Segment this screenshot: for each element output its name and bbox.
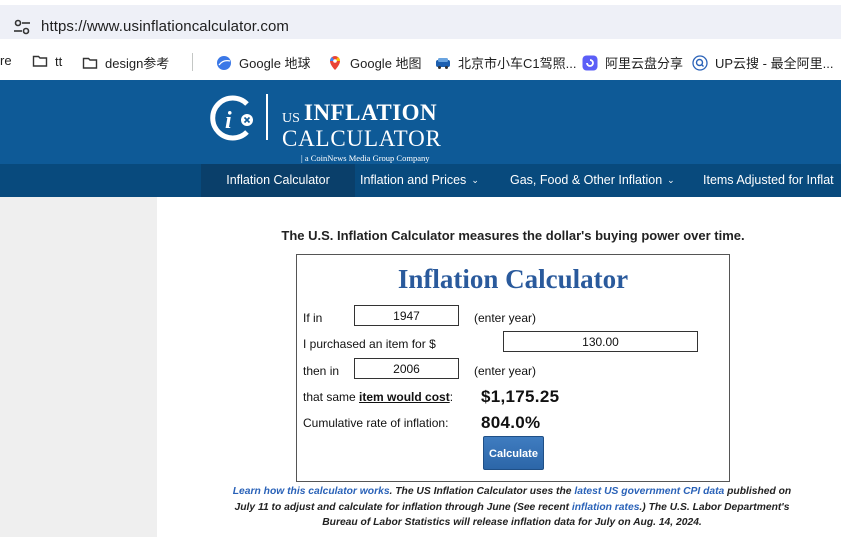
svg-text:i: i <box>225 108 232 134</box>
nav-label: Inflation Calculator <box>226 173 330 187</box>
enter-year-hint: (enter year) <box>474 311 537 325</box>
logo-inflation: INFLATION <box>304 100 438 125</box>
bookmark-google-maps[interactable]: Google 地图 <box>327 53 422 72</box>
bookmark-aliyun-share[interactable]: 阿里云盘分享 <box>582 53 683 72</box>
main-nav: Inflation Calculator Inflation and Price… <box>0 164 841 197</box>
inflation-calculator-form: Inflation Calculator If in 1947 (enter y… <box>296 254 730 482</box>
start-year-input[interactable]: 1947 <box>354 305 459 326</box>
folder-icon <box>82 57 98 69</box>
amount-input[interactable]: 130.00 <box>503 331 698 352</box>
rate-label: Cumulative rate of inflation: <box>303 416 449 430</box>
chevron-down-icon: ⌄ <box>471 175 479 185</box>
bookmark-label: design参考 <box>105 56 170 71</box>
calculate-button[interactable]: Calculate <box>483 436 544 470</box>
url-text[interactable]: https://www.usinflationcalculator.com <box>41 18 289 35</box>
folder-icon <box>32 55 48 67</box>
enter-year-hint: (enter year) <box>474 364 537 378</box>
bookmark-folder-design[interactable]: design参考 <box>82 53 169 72</box>
cost-suffix: : <box>449 390 454 404</box>
nav-label: Inflation and Prices <box>360 173 467 187</box>
logo-divider <box>266 94 268 140</box>
bookmark-folder-tt[interactable]: tt <box>32 53 62 69</box>
bookmark-label: 北京市小车C1驾照... <box>458 56 577 71</box>
logo-tagline: | a CoinNews Media Group Company <box>301 153 430 163</box>
chevron-down-icon: ⌄ <box>667 175 675 185</box>
bookmark-label: tt <box>55 53 63 69</box>
bookmark-separator <box>192 53 193 71</box>
bookmark-label: UP云搜 - 最全阿里... <box>715 56 834 71</box>
bookmark-item[interactable]: re <box>0 53 12 68</box>
nav-inflation-and-prices[interactable]: Inflation and Prices ⌄ <box>360 164 479 197</box>
bookmark-google-earth[interactable]: Google 地球 <box>216 53 311 72</box>
item-would-cost-link[interactable]: item would cost <box>359 390 450 404</box>
nav-items-adjusted[interactable]: Items Adjusted for Inflat <box>703 164 834 197</box>
bookmark-beijing-license[interactable]: 北京市小车C1驾照... <box>435 53 576 72</box>
footnote-text: . The US Inflation Calculator uses the <box>389 486 575 497</box>
site-settings-icon[interactable] <box>13 19 31 35</box>
address-bar[interactable]: https://www.usinflationcalculator.com <box>0 5 841 39</box>
google-maps-icon <box>330 55 340 70</box>
bookmark-label: Google 地球 <box>239 56 311 71</box>
car-icon <box>436 57 450 69</box>
nav-gas-food-other[interactable]: Gas, Food & Other Inflation ⌄ <box>510 164 675 197</box>
bookmark-label: re <box>0 53 12 68</box>
aliyun-drive-icon <box>582 55 598 70</box>
inflation-rates-link[interactable]: inflation rates <box>572 502 640 513</box>
end-year-input[interactable]: 2006 <box>354 358 459 379</box>
purchased-label: I purchased an item for $ <box>303 337 436 351</box>
cost-prefix: that same <box>303 390 360 404</box>
nav-inflation-calculator[interactable]: Inflation Calculator <box>201 164 355 197</box>
site-header: i US INFLATION CALCULATOR | a CoinNews M… <box>0 80 841 164</box>
bookmark-up-search[interactable]: UP云搜 - 最全阿里... <box>692 53 833 72</box>
then-in-label: then in <box>303 364 340 378</box>
left-sidebar <box>0 197 157 537</box>
footnote: Learn how this calculator works. The US … <box>222 484 802 531</box>
site-logo[interactable]: i US INFLATION CALCULATOR | a CoinNews M… <box>207 90 467 163</box>
browser-toolbar: https://www.usinflationcalculator.com <box>0 0 841 44</box>
nav-label: Items Adjusted for Inflat <box>703 173 834 187</box>
logo-us: US <box>282 111 300 126</box>
if-in-label: If in <box>303 311 323 325</box>
nav-label: Gas, Food & Other Inflation <box>510 173 663 187</box>
google-earth-icon <box>217 55 231 70</box>
bookmarks-bar: re tt design参考 Google 地球 Google 地图 北京市小车… <box>0 44 841 80</box>
cost-result: $1,175.25 <box>481 387 560 406</box>
bookmark-label: Google 地图 <box>350 56 422 71</box>
learn-how-link[interactable]: Learn how this calculator works <box>233 486 390 497</box>
logo-calculator: CALCULATOR <box>282 126 442 151</box>
calculator-title: Inflation Calculator <box>397 264 629 294</box>
search-q-icon <box>692 54 708 71</box>
rate-result: 804.0% <box>481 413 541 432</box>
cpi-data-link[interactable]: latest US government CPI data <box>574 486 724 497</box>
ci-logo-icon: i <box>210 95 253 141</box>
bookmark-label: 阿里云盘分享 <box>605 56 684 71</box>
item-cost-label: that same item would cost: <box>303 390 453 404</box>
intro-text: The U.S. Inflation Calculator measures t… <box>281 228 745 243</box>
